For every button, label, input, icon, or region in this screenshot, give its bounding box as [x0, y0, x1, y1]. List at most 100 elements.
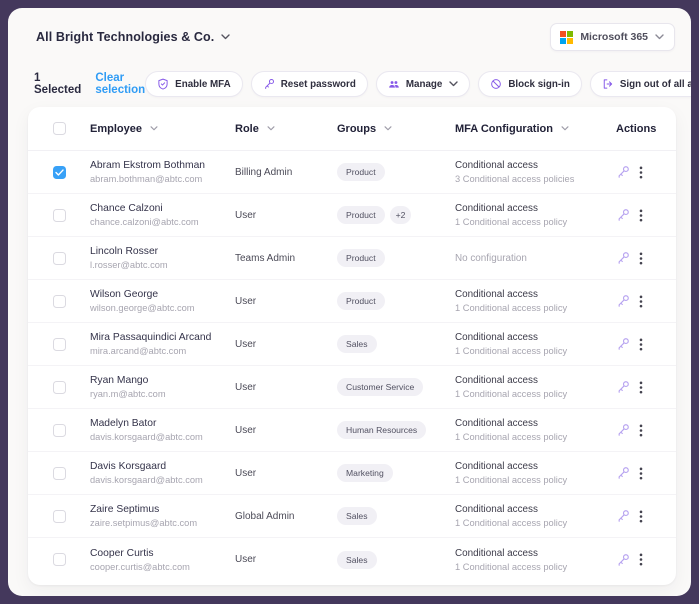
kebab-menu-icon[interactable] — [639, 510, 643, 523]
employee-cell: Chance Calzoni chance.calzoni@abtc.com — [90, 203, 235, 227]
key-icon[interactable] — [616, 165, 630, 179]
key-icon[interactable] — [616, 466, 630, 480]
company-name: All Bright Technologies & Co. — [36, 30, 214, 44]
select-all-checkbox[interactable] — [53, 122, 66, 135]
key-icon[interactable] — [616, 251, 630, 265]
row-checkbox[interactable] — [53, 553, 66, 566]
employee-name: Abram Ekstrom Bothman — [90, 160, 235, 171]
enable-mfa-button[interactable]: Enable MFA — [145, 71, 243, 97]
actions-cell — [616, 553, 676, 567]
sort-chevron-icon[interactable] — [267, 126, 275, 131]
key-icon[interactable] — [616, 553, 630, 567]
actions-cell — [616, 466, 676, 480]
row-checkbox[interactable] — [53, 467, 66, 480]
actions-cell — [616, 337, 676, 351]
kebab-menu-icon[interactable] — [639, 553, 643, 566]
mfa-title: Conditional access — [455, 160, 616, 171]
key-icon[interactable] — [616, 337, 630, 351]
mfa-cell: Conditional access 1 Conditional access … — [455, 548, 616, 572]
group-badge: Human Resources — [337, 421, 426, 439]
kebab-menu-icon[interactable] — [639, 209, 643, 222]
reset-password-button[interactable]: Reset password — [251, 71, 368, 97]
manage-button[interactable]: Manage — [376, 71, 470, 97]
kebab-menu-icon[interactable] — [639, 338, 643, 351]
kebab-menu-icon[interactable] — [639, 166, 643, 179]
key-icon[interactable] — [616, 294, 630, 308]
mfa-detail: 1 Conditional access policy — [455, 389, 616, 399]
row-checkbox[interactable] — [53, 510, 66, 523]
column-header-role[interactable]: Role — [235, 123, 337, 135]
groups-cell: Sales — [337, 551, 455, 569]
mfa-detail: 1 Conditional access policy — [455, 217, 616, 227]
chevron-down-icon — [221, 34, 230, 40]
actions-cell — [616, 423, 676, 437]
mfa-title: No configuration — [455, 253, 616, 264]
groups-cell: Product — [337, 249, 455, 267]
key-icon[interactable] — [616, 509, 630, 523]
role-cell: User — [235, 382, 337, 393]
employee-email: ryan.m@abtc.com — [90, 389, 235, 399]
actions-cell — [616, 380, 676, 394]
role-cell: Teams Admin — [235, 253, 337, 264]
kebab-menu-icon[interactable] — [639, 295, 643, 308]
role-cell: User — [235, 468, 337, 479]
key-icon[interactable] — [616, 423, 630, 437]
sort-chevron-icon[interactable] — [561, 126, 569, 131]
group-badge: Product — [337, 249, 385, 267]
employee-email: cooper.curtis@abtc.com — [90, 562, 235, 572]
row-checkbox[interactable] — [53, 424, 66, 437]
kebab-menu-icon[interactable] — [639, 424, 643, 437]
product-selector[interactable]: Microsoft 365 — [550, 23, 675, 51]
more-groups-badge[interactable]: +2 — [390, 206, 412, 224]
selection-toolbar: 1 Selected Clear selection Enable MFA Re… — [8, 51, 691, 97]
actions-cell — [616, 251, 676, 265]
mfa-title: Conditional access — [455, 548, 616, 559]
group-badge: Marketing — [337, 464, 393, 482]
mfa-detail: 1 Conditional access policy — [455, 303, 616, 313]
key-icon[interactable] — [616, 380, 630, 394]
block-signin-button[interactable]: Block sign-in — [478, 71, 582, 97]
table-row: Mira Passaquindici Arcand mira.arcand@ab… — [28, 323, 676, 366]
column-header-mfa[interactable]: MFA Configuration — [455, 123, 616, 135]
row-checkbox[interactable] — [53, 381, 66, 394]
row-checkbox[interactable] — [53, 338, 66, 351]
mfa-detail: 1 Conditional access policy — [455, 432, 616, 442]
employee-email: davis.korsgaard@abtc.com — [90, 432, 235, 442]
column-header-employee[interactable]: Employee — [90, 123, 235, 135]
mfa-title: Conditional access — [455, 332, 616, 343]
groups-cell: Product — [337, 163, 455, 181]
role-cell: User — [235, 339, 337, 350]
group-badge: Sales — [337, 551, 377, 569]
actions-cell — [616, 294, 676, 308]
column-header-groups[interactable]: Groups — [337, 123, 455, 135]
row-checkbox[interactable] — [53, 209, 66, 222]
kebab-menu-icon[interactable] — [639, 381, 643, 394]
row-checkbox[interactable] — [53, 295, 66, 308]
employee-name: Mira Passaquindici Arcand — [90, 332, 235, 343]
sort-chevron-icon[interactable] — [384, 126, 392, 131]
row-checkbox[interactable] — [53, 252, 66, 265]
employee-name: Davis Korsgaard — [90, 461, 235, 472]
kebab-menu-icon[interactable] — [639, 252, 643, 265]
button-label: Reset password — [281, 79, 356, 90]
groups-cell: Product — [337, 292, 455, 310]
employee-name: Zaire Septimus — [90, 504, 235, 515]
kebab-menu-icon[interactable] — [639, 467, 643, 480]
mfa-title: Conditional access — [455, 375, 616, 386]
role-cell: User — [235, 554, 337, 565]
mfa-cell: Conditional access 1 Conditional access … — [455, 418, 616, 442]
mfa-cell: Conditional access 1 Conditional access … — [455, 203, 616, 227]
sign-out-all-apps-button[interactable]: Sign out of all apps — [590, 71, 691, 97]
clear-selection-link[interactable]: Clear selection — [95, 72, 145, 96]
mfa-title: Conditional access — [455, 289, 616, 300]
mfa-detail: 1 Conditional access policy — [455, 518, 616, 528]
group-badge: Customer Service — [337, 378, 423, 396]
employee-cell: Abram Ekstrom Bothman abram.bothman@abtc… — [90, 160, 235, 184]
key-icon[interactable] — [616, 208, 630, 222]
key-icon — [263, 78, 275, 90]
sort-chevron-icon[interactable] — [150, 126, 158, 131]
mfa-detail: 1 Conditional access policy — [455, 562, 616, 572]
mfa-detail: 1 Conditional access policy — [455, 346, 616, 356]
row-checkbox[interactable] — [53, 166, 66, 179]
company-selector[interactable]: All Bright Technologies & Co. — [36, 30, 230, 44]
